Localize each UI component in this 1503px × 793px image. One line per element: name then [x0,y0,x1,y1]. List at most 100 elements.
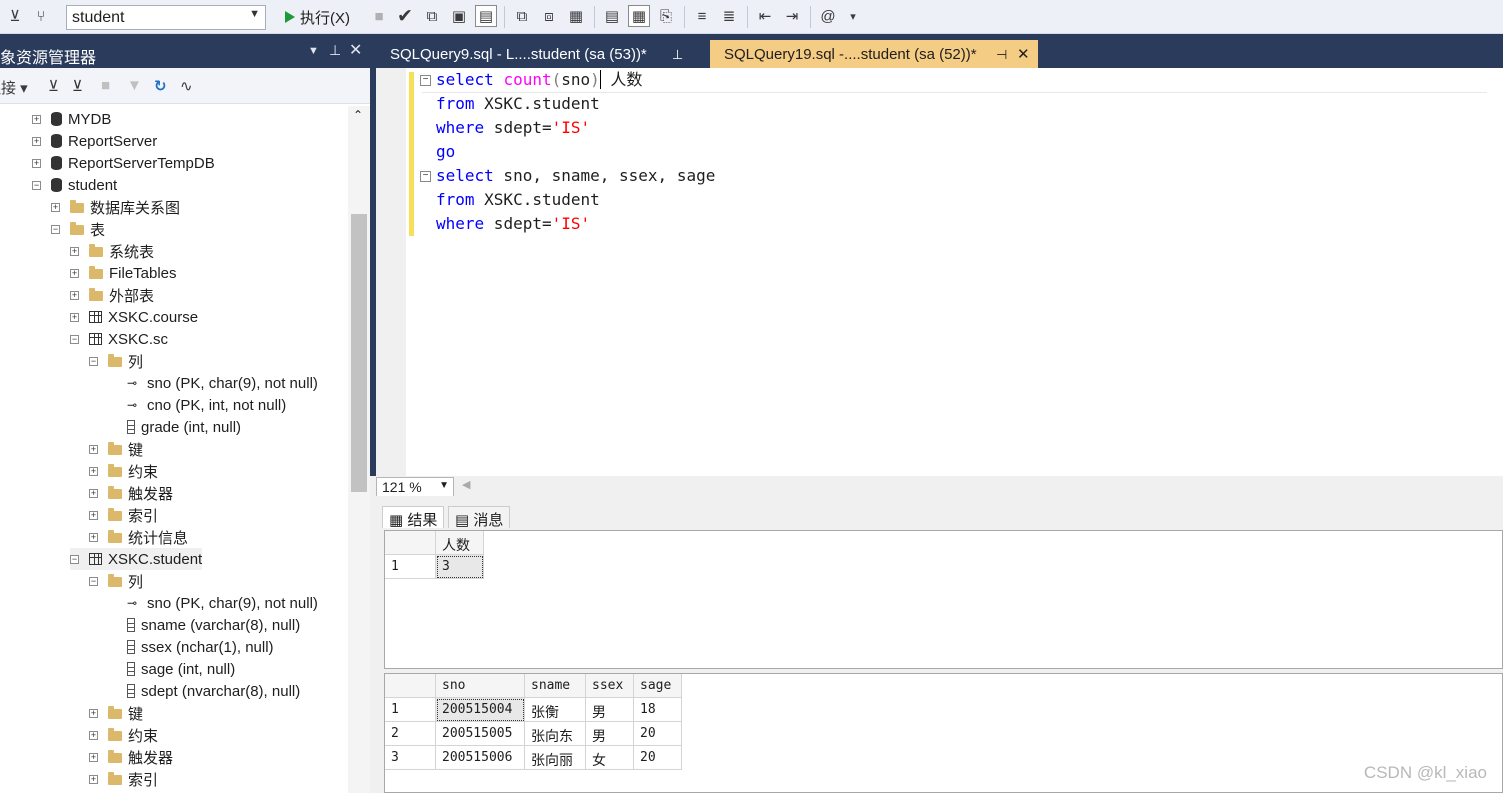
expand-icon[interactable]: + [89,752,98,762]
expand-icon[interactable]: + [32,136,41,146]
tree-node[interactable]: sage (int, null) [108,658,235,680]
scroll-up-icon[interactable]: ⌃ [353,108,363,122]
increase-indent-icon[interactable]: ⇥ [781,5,803,27]
tab-sqlquery19[interactable]: SQLQuery19.sql -....student (sa (52))* ⊣… [710,40,1038,68]
result-cell[interactable]: 18 [634,698,682,722]
tree-node[interactable]: ⊸ cno (PK, int, not null) [108,394,286,416]
zoom-select[interactable]: 121 % ▼ [376,477,454,497]
decrease-indent-icon[interactable]: ⇤ [754,5,776,27]
pin-icon[interactable]: ⊣ [996,47,1007,63]
comment-icon[interactable]: ≡ [691,5,713,27]
row-number[interactable]: 1 [385,698,436,722]
scrollbar-thumb[interactable] [351,214,367,492]
row-number[interactable]: 2 [385,722,436,746]
connect-icon[interactable]: ⊻ [4,5,26,27]
column-header[interactable]: sno [436,674,525,698]
execute-button[interactable]: 执行(X) [281,5,354,29]
tree-node[interactable]: grade (int, null) [108,416,241,438]
tree-node[interactable]: + 系统表 [70,240,154,262]
result-cell[interactable]: 女 [586,746,634,770]
tree-node[interactable]: + 外部表 [70,284,154,306]
result-grid-1[interactable]: 人数 1 3 [384,530,1503,669]
pin-icon[interactable]: ⊥ [329,42,341,59]
column-header[interactable]: ssex [586,674,634,698]
tree-node[interactable]: + ReportServer [32,130,157,152]
specify-values-icon[interactable]: @ [817,5,839,27]
refresh-icon[interactable]: ↻ [154,77,167,95]
tree-node[interactable]: − 列 [89,570,143,592]
expand-icon[interactable]: + [89,466,98,476]
tab-sqlquery9[interactable]: SQLQuery9.sql - L....student (sa (53))* … [376,40,708,68]
result-cell[interactable]: 200515006 [436,746,525,770]
tree-node[interactable]: − 表 [51,218,105,240]
tree-node[interactable]: ssex (nchar(1), null) [108,636,274,658]
collapse-icon[interactable]: − [70,554,79,564]
expand-icon[interactable]: + [89,510,98,520]
expand-icon[interactable]: + [70,312,79,322]
result-cell[interactable]: 男 [586,698,634,722]
tree-node[interactable]: + 触发器 [89,482,173,504]
close-icon[interactable]: ✕ [1017,45,1030,63]
tree-node[interactable]: − XSKC.sc [70,328,168,350]
result-grid-2[interactable]: sno sname ssex sage 1 200515004 张衡 男 18 … [384,673,1503,793]
row-number[interactable]: 3 [385,746,436,770]
tree-node[interactable]: + 索引 [89,504,158,526]
tree-node[interactable]: ⊸ sno (PK, char(9), not null) [108,592,318,614]
result-cell[interactable]: 张向东 [525,722,586,746]
collapse-icon[interactable]: − [89,356,98,366]
tree-node[interactable]: sdept (nvarchar(8), null) [108,680,300,702]
close-icon[interactable]: ✕ [349,40,362,60]
result-cell[interactable]: 张衡 [525,698,586,722]
options-icon[interactable]: ▤ [475,5,497,27]
tree-node[interactable]: + 键 [89,702,143,724]
database-select[interactable]: student ▼ [66,5,266,30]
tree-node[interactable]: + 键 [89,438,143,460]
expand-icon[interactable]: + [70,268,79,278]
collapse-icon[interactable]: − [420,75,431,86]
stop-icon[interactable]: ■ [368,5,390,27]
row-number[interactable]: 1 [385,555,436,579]
result-cell[interactable]: 200515004 [436,698,525,722]
column-header[interactable]: sname [525,674,586,698]
filter-icon[interactable]: ▼ [127,77,142,94]
tab-results[interactable]: ▦ 结果 [382,506,445,529]
tree-node[interactable]: + 触发器 [89,746,173,768]
expand-icon[interactable]: + [89,774,98,784]
tree-node[interactable]: + 数据库关系图 [51,196,180,218]
include-plan-icon[interactable]: ⧉ [511,5,533,27]
tree-node[interactable]: sname (varchar(8), null) [108,614,300,636]
results-to-text-icon[interactable]: ▤ [601,5,623,27]
expand-icon[interactable]: + [89,708,98,718]
collapse-icon[interactable]: − [420,171,431,182]
column-header[interactable]: 人数 [436,531,484,555]
tree-node[interactable]: − XSKC.student [70,548,203,570]
collapse-icon[interactable]: − [32,180,41,190]
tree-node[interactable]: + 约束 [89,460,158,482]
tree-node[interactable]: − student [32,174,117,196]
tree-node[interactable]: + XSKC.course [70,306,198,328]
toolbar-overflow-icon[interactable]: ▾ [842,5,864,27]
sql-editor[interactable]: − − select count(sno) 人数 from XSKC.stude… [370,68,1503,476]
result-cell[interactable]: 200515005 [436,722,525,746]
connect-object-icon[interactable]: ⊻ [48,77,59,95]
tree-node[interactable]: + ReportServerTempDB [32,152,215,174]
tree-node[interactable]: + 统计信息 [89,526,188,548]
stop-icon[interactable]: ■ [101,77,110,94]
tree-node[interactable]: + 约束 [89,724,158,746]
scroll-left-icon[interactable]: ◀ [462,478,470,491]
expand-icon[interactable]: + [32,158,41,168]
expand-icon[interactable]: + [51,202,60,212]
result-cell[interactable]: 20 [634,722,682,746]
display-plan-icon[interactable]: ⧉ [421,5,443,27]
parse-check-icon[interactable]: ✔ [394,5,416,27]
result-cell[interactable]: 3 [436,555,484,579]
collapse-icon[interactable]: − [70,334,79,344]
tab-messages[interactable]: ▤ 消息 [448,506,511,529]
results-to-grid-icon[interactable]: ▦ [628,5,650,27]
activity-monitor-icon[interactable]: ∿ [180,77,193,95]
disconnect-icon[interactable]: ⊻ [72,77,83,95]
change-connection-icon[interactable]: ⑂ [30,5,52,27]
results-to-file-icon[interactable]: ⎘ [655,5,677,27]
collapse-icon[interactable]: − [51,224,60,234]
expand-icon[interactable]: + [89,730,98,740]
